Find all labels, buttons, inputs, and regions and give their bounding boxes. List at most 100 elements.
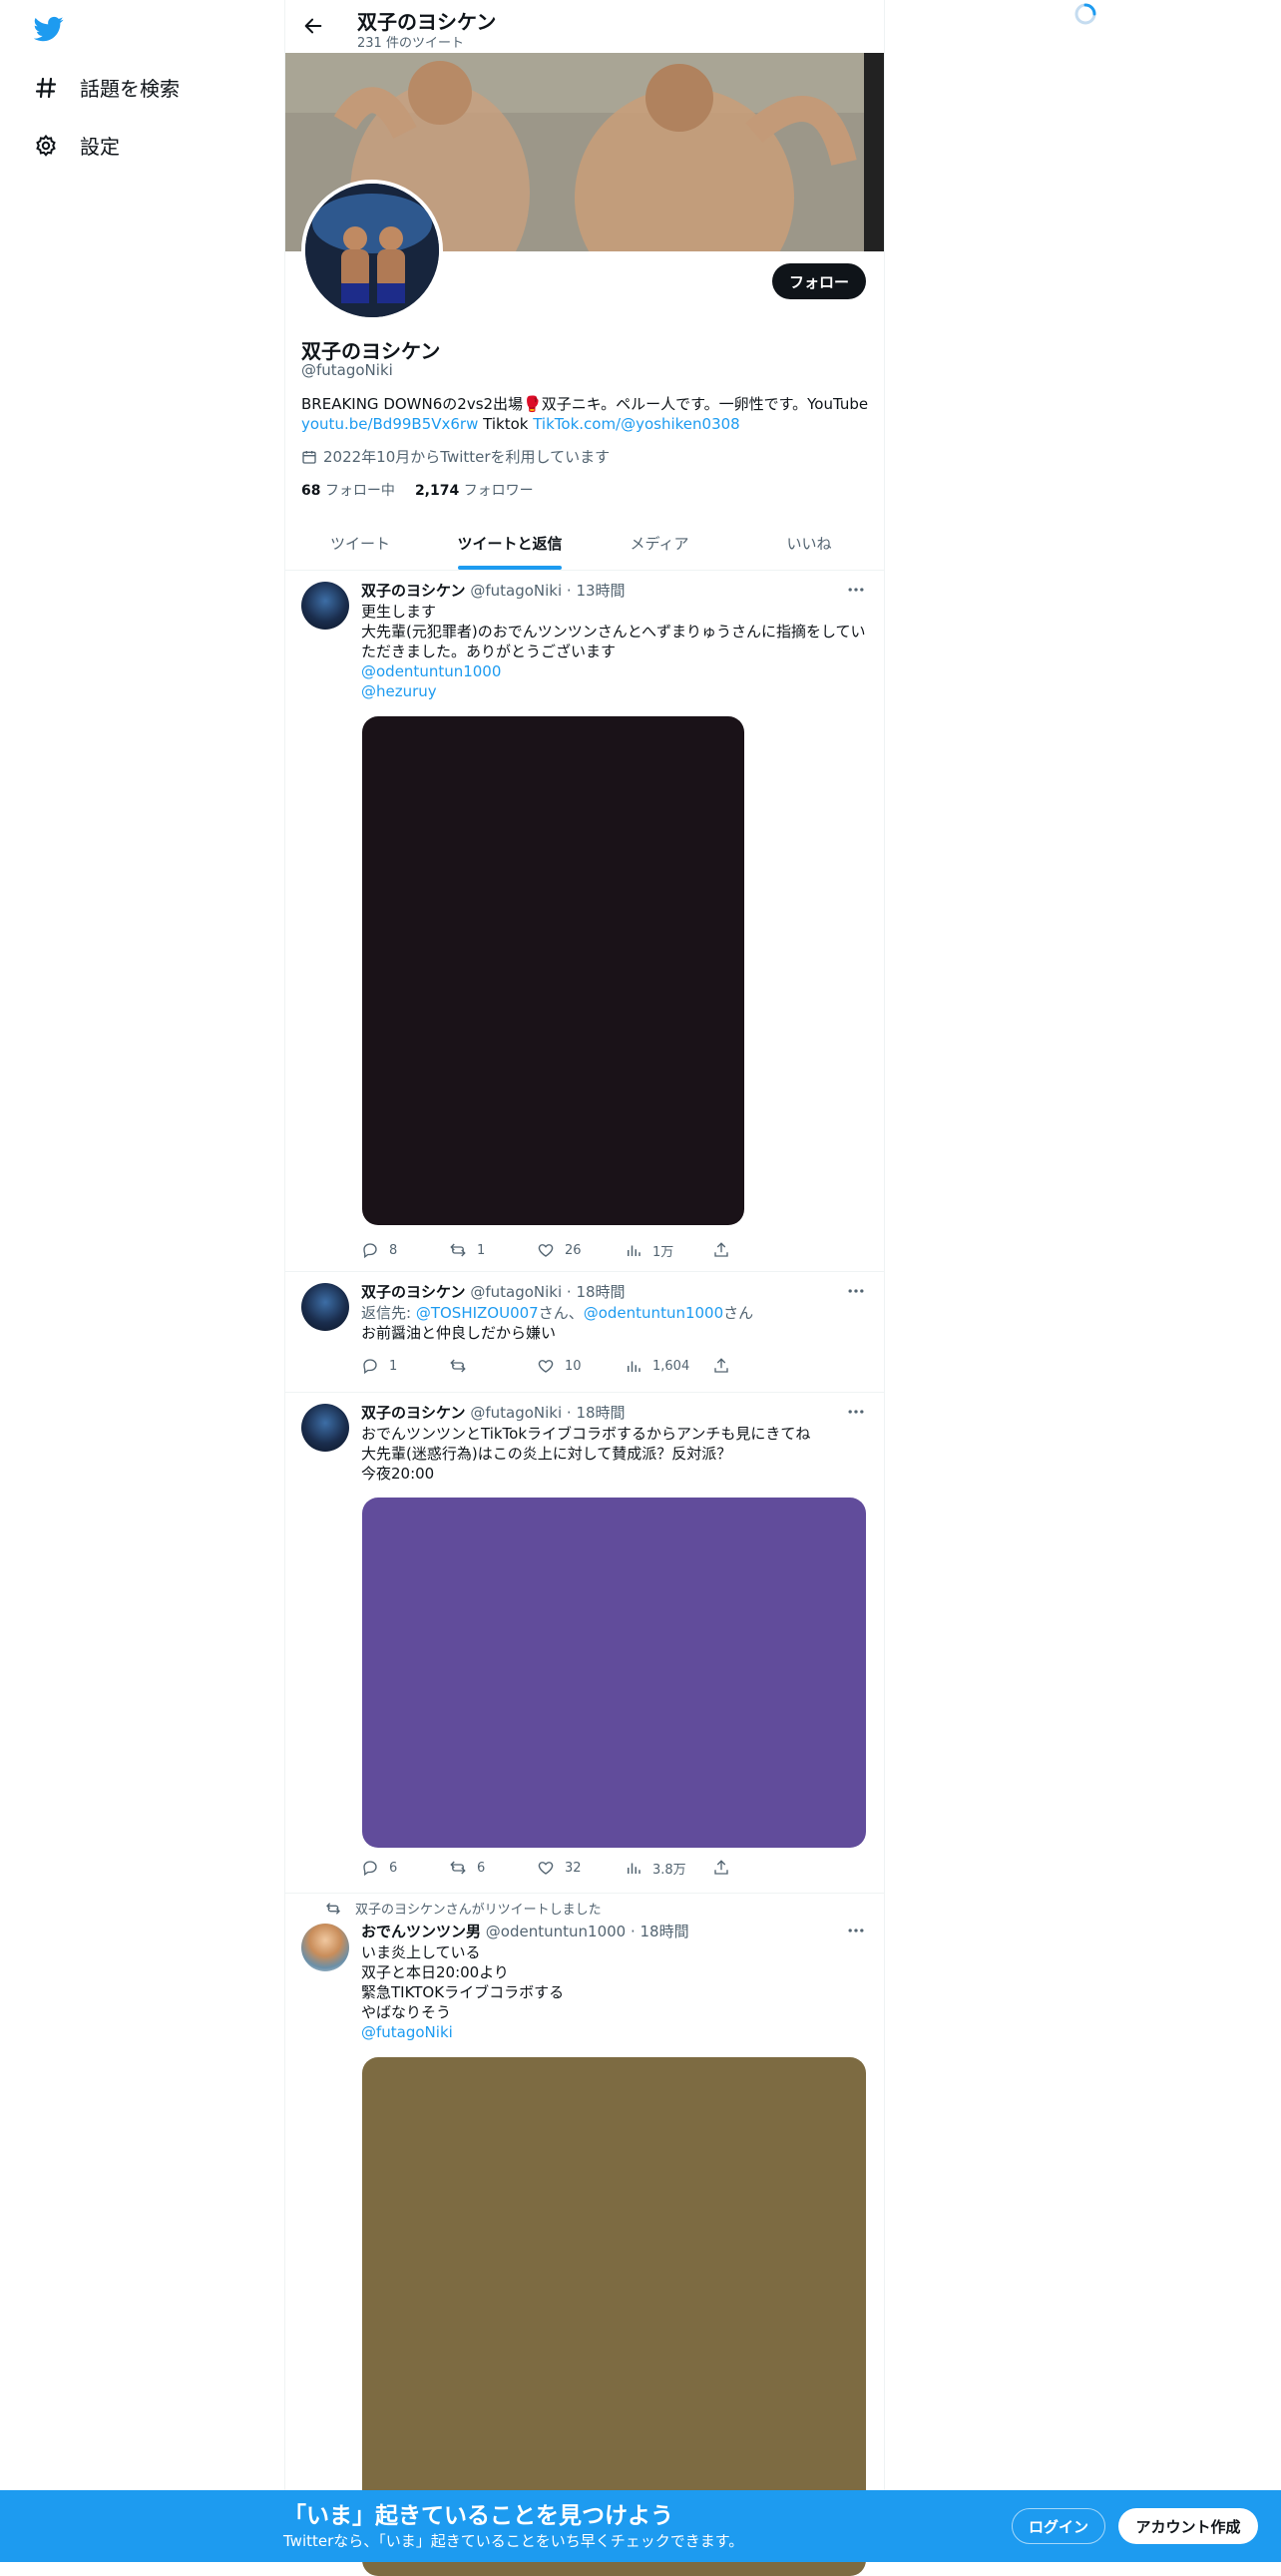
tweet-actions: 8 1 26 1万 [361, 1240, 800, 1260]
more-options-icon[interactable] [846, 1281, 866, 1301]
reply-button[interactable]: 6 [361, 1858, 449, 1878]
share-icon [714, 1358, 728, 1373]
tweet[interactable]: 双子のヨシケン @futagoNiki · 18時間 おでんツンツンとTikTo… [285, 1392, 884, 1894]
tweet-header: 双子のヨシケン @futagoNiki · 18時間 [361, 1281, 626, 1302]
more-options-icon[interactable] [846, 580, 866, 600]
follow-button[interactable]: フォロー [772, 263, 866, 299]
back-arrow-icon[interactable] [302, 15, 324, 37]
tweet-avatar[interactable] [301, 1404, 349, 1452]
calendar-icon [302, 450, 316, 464]
page-title: 双子のヨシケン [357, 10, 497, 34]
reply-icon [363, 1359, 377, 1375]
mention-link[interactable]: @odentuntun1000 [584, 1304, 723, 1322]
more-options-icon[interactable] [846, 1402, 866, 1422]
retweet-icon [450, 1359, 466, 1373]
profile-name: 双子のヨシケン [301, 339, 441, 363]
mention-link[interactable]: @futagoNiki [361, 2022, 870, 2042]
reply-icon [363, 1243, 377, 1259]
tweet-header: おでんツンツン男 @odentuntun1000 · 18時間 [361, 1921, 689, 1941]
share-icon [714, 1242, 728, 1257]
bio-mid-text: Tiktok [478, 415, 534, 433]
tab-tweets[interactable]: ツイート [285, 517, 435, 570]
tab-media[interactable]: メディア [585, 517, 734, 570]
joined-date: 2022年10月からTwitterを利用しています [301, 446, 610, 467]
share-button[interactable] [712, 1356, 800, 1376]
heart-icon [538, 1360, 554, 1373]
tweet-text: いま炎上している 双子と本日20:00より 緊急TIKTOKライブコラボする や… [361, 1942, 870, 2042]
tab-tweets-replies[interactable]: ツイートと返信 [435, 517, 585, 570]
tweet-author-name[interactable]: 双子のヨシケン [361, 1404, 466, 1422]
profile-handle: @futagoNiki [301, 361, 393, 379]
tweet-text: 更生します 大先輩(元犯罪者)のおでんツンツンさんとへずまりゅうさんに指摘をして… [361, 602, 870, 701]
mention-link[interactable]: @TOSHIZOU007 [416, 1304, 539, 1322]
follow-stats: 68 フォロー中 2,174 フォロワー [301, 480, 534, 500]
tweet-avatar[interactable] [301, 1924, 349, 1971]
reply-button[interactable]: 1 [361, 1356, 449, 1376]
gear-icon [36, 134, 56, 157]
bio-youtube-link[interactable]: youtu.be/Bd99B5Vx6rw [301, 415, 478, 433]
share-button[interactable] [712, 1858, 800, 1878]
nav-explore[interactable]: 話題を検索 [34, 73, 180, 102]
tweet[interactable]: 双子のヨシケン @futagoNiki · 13時間 更生します 大先輩(元犯罪… [285, 570, 884, 1272]
share-button[interactable] [712, 1240, 800, 1260]
main-column: 双子のヨシケン 231 件のツイート フォロー 双子のヨシケン @futagoN… [284, 0, 885, 2576]
more-options-icon[interactable] [846, 1921, 866, 1940]
reply-icon [363, 1861, 377, 1877]
tweet[interactable]: 双子のヨシケン @futagoNiki · 18時間 返信先: @TOSHIZO… [285, 1271, 884, 1393]
like-button[interactable]: 26 [537, 1240, 625, 1260]
twitter-logo-icon[interactable] [33, 14, 64, 44]
mention-link[interactable]: @hezuruy [361, 681, 870, 701]
hashtag-icon [35, 77, 57, 98]
like-button[interactable]: 32 [537, 1858, 625, 1878]
tweet-author-name[interactable]: おでんツンツン男 [361, 1923, 481, 1940]
views-button[interactable]: 1,604 [625, 1356, 712, 1376]
tweet-header: 双子のヨシケン @futagoNiki · 13時間 [361, 580, 626, 601]
tweet-avatar[interactable] [301, 582, 349, 630]
profile-avatar[interactable] [301, 180, 443, 321]
retweet-icon [450, 1861, 466, 1875]
tweet-meta: @futagoNiki · 18時間 [470, 1404, 626, 1422]
tweet-meta: @odentuntun1000 · 18時間 [485, 1923, 689, 1940]
loading-spinner-icon [1073, 2, 1097, 26]
login-button[interactable]: ログイン [1012, 2508, 1105, 2544]
views-button[interactable]: 1万 [625, 1240, 712, 1260]
tweet-header: 双子のヨシケン @futagoNiki · 18時間 [361, 1402, 626, 1423]
tweet-media[interactable] [362, 716, 744, 1225]
tweet-avatar[interactable] [301, 1283, 349, 1331]
tweet[interactable]: 双子のヨシケンさんがリツイートしました おでんツンツン男 @odentuntun… [285, 1893, 884, 2576]
retweet-button[interactable]: 6 [449, 1858, 537, 1878]
tweet-meta: @futagoNiki · 18時間 [470, 1283, 626, 1301]
reply-context: 返信先: @TOSHIZOU007さん、@odentuntun1000さん [361, 1304, 754, 1322]
share-icon [714, 1860, 728, 1875]
following-link[interactable]: 68 フォロー中 [301, 480, 395, 500]
tab-likes[interactable]: いいね [734, 517, 884, 570]
tweet-media[interactable] [362, 1498, 866, 1848]
nav-settings[interactable]: 設定 [34, 131, 120, 160]
heart-icon [538, 1862, 554, 1875]
retweet-icon [326, 1902, 340, 1915]
tweet-text: 返信先: @TOSHIZOU007さん、@odentuntun1000さん お前… [361, 1303, 870, 1343]
reply-button[interactable]: 8 [361, 1240, 449, 1260]
views-button[interactable]: 3.8万 [625, 1858, 712, 1878]
nav-settings-label: 設定 [80, 135, 120, 159]
profile-tabs: ツイート ツイートと返信 メディア いいね [285, 517, 884, 571]
retweet-icon [450, 1243, 466, 1257]
tweet-actions: 6 6 32 3.8万 [361, 1858, 800, 1878]
retweet-button[interactable]: 1 [449, 1240, 537, 1260]
views-chart-icon [628, 1863, 640, 1874]
bio-tiktok-link[interactable]: TikTok.com/@yoshiken0308 [533, 415, 740, 433]
retweet-button[interactable] [449, 1356, 537, 1376]
views-chart-icon [628, 1245, 640, 1256]
bio-text: BREAKING DOWN6の2vs2出場🥊双子ニキ。ペルー人です。一卵性です。… [301, 395, 869, 413]
like-button[interactable]: 10 [537, 1356, 625, 1376]
followers-link[interactable]: 2,174 フォロワー [415, 480, 534, 500]
tweet-author-name[interactable]: 双子のヨシケン [361, 1283, 466, 1301]
tweet-meta: @futagoNiki · 13時間 [470, 582, 626, 600]
views-chart-icon [628, 1361, 640, 1372]
tweet-author-name[interactable]: 双子のヨシケン [361, 582, 466, 600]
retweet-note: 双子のヨシケンさんがリツイートしました [325, 1899, 602, 1918]
profile-bio: BREAKING DOWN6の2vs2出場🥊双子ニキ。ペルー人です。一卵性です。… [301, 394, 870, 434]
signup-button[interactable]: アカウント作成 [1118, 2508, 1258, 2544]
mention-link[interactable]: @odentuntun1000 [361, 661, 870, 681]
tweet-count: 231 件のツイート [357, 36, 464, 51]
